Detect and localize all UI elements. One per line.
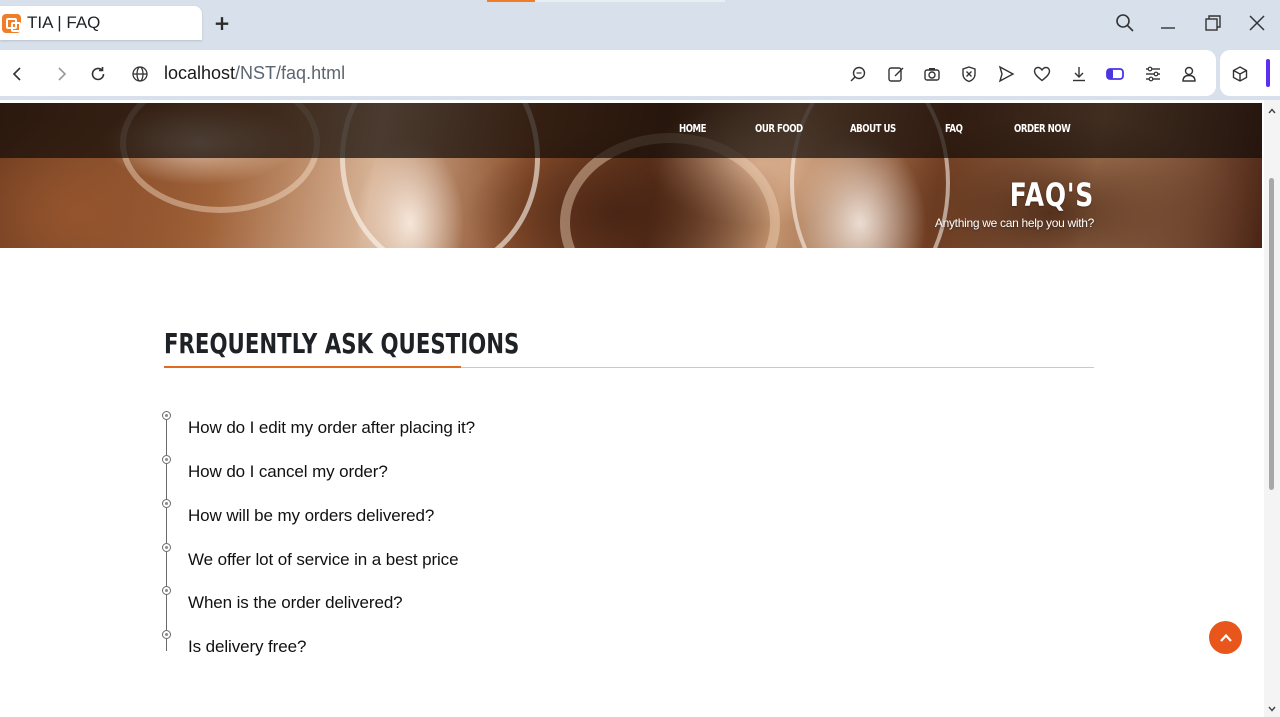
section-heading: FREQUENTLY ASK QUESTIONS (164, 327, 520, 360)
faq-question[interactable]: When is the order delivered? (188, 593, 403, 613)
timeline-dot-icon (162, 586, 171, 595)
page-scrollbar[interactable] (1264, 100, 1280, 717)
timeline-dot-icon (162, 411, 171, 420)
timeline-dot-icon (162, 499, 171, 508)
chevron-up-icon (1219, 633, 1232, 642)
site-info-button[interactable] (128, 62, 152, 86)
minimize-icon (1161, 27, 1175, 29)
page-title: FAQ'S (1009, 176, 1094, 214)
chevron-right-icon (58, 67, 67, 81)
scroll-to-top-button[interactable] (1209, 621, 1242, 654)
reload-icon (91, 67, 105, 81)
xampp-favicon-icon (2, 13, 21, 33)
faq-timeline-rail (166, 411, 167, 651)
tab-strip-highlight (535, 0, 725, 2)
hero-banner: HOME OUR FOOD ABOUT US FAQ ORDER NOW FAQ… (0, 103, 1262, 248)
extension-area (1220, 50, 1280, 96)
nav-faq[interactable]: FAQ (945, 122, 963, 135)
download-icon (1073, 67, 1085, 82)
scroll-thumb[interactable] (1269, 178, 1274, 490)
heading-accent-underline (164, 366, 461, 368)
settings-menu-button[interactable] (1141, 62, 1165, 86)
close-window-button[interactable] (1240, 8, 1274, 38)
send-icon (998, 65, 1015, 83)
timeline-dot-icon (162, 630, 171, 639)
caret-up-icon (1268, 108, 1276, 114)
timeline-dot-icon (162, 455, 171, 464)
tab-loading-indicator (487, 0, 535, 2)
chevron-left-icon (12, 67, 21, 81)
nav-home[interactable]: HOME (679, 122, 706, 135)
close-icon (1249, 15, 1265, 31)
faq-question[interactable]: How will be my orders delivered? (188, 506, 434, 526)
browser-tab[interactable]: TIA | FAQ (0, 6, 202, 40)
nav-about-us[interactable]: ABOUT US (850, 122, 896, 135)
screenshot-button[interactable] (920, 62, 944, 86)
shield-x-icon (962, 66, 976, 83)
browser-toolbar: localhost/NST/faq.html (0, 48, 1280, 100)
scroll-up-arrow[interactable] (1264, 103, 1280, 119)
faq-question[interactable]: How do I edit my order after placing it? (188, 418, 475, 438)
send-button[interactable] (994, 62, 1018, 86)
edit-icon (888, 67, 904, 82)
page-subtitle: Anything we can help you with? (934, 216, 1094, 230)
caret-down-icon (1268, 706, 1276, 712)
url-field[interactable]: localhost/NST/faq.html (164, 63, 345, 84)
url-host: localhost (164, 63, 236, 83)
copilot-bar[interactable] (1266, 59, 1270, 87)
cube-icon (1232, 66, 1248, 82)
timeline-dot-icon (162, 543, 171, 552)
edit-page-button[interactable] (884, 62, 908, 86)
tracker-block-button[interactable] (957, 62, 981, 86)
address-bar: localhost/NST/faq.html (0, 50, 1216, 96)
restore-button[interactable] (1196, 8, 1230, 38)
search-icon (1116, 14, 1134, 32)
reload-button[interactable] (86, 62, 110, 86)
search-tabs-button[interactable] (1108, 8, 1142, 38)
url-path: /NST/faq.html (235, 63, 346, 83)
user-icon (1182, 66, 1196, 82)
browser-titlebar: TIA | FAQ + (0, 0, 1280, 48)
forward-button[interactable] (50, 62, 74, 86)
heart-icon (1033, 66, 1051, 82)
scroll-down-arrow[interactable] (1264, 701, 1280, 717)
tab-title: TIA | FAQ (27, 13, 101, 32)
nav-order-now[interactable]: ORDER NOW (1014, 122, 1071, 135)
sidebar-toggle-button[interactable] (1103, 62, 1127, 86)
zoom-search-icon (850, 66, 866, 82)
back-button[interactable] (5, 62, 29, 86)
faq-question[interactable]: We offer lot of service in a best price (188, 550, 459, 570)
minimize-button[interactable] (1151, 8, 1185, 38)
profile-button[interactable] (1177, 62, 1201, 86)
navbar: HOME OUR FOOD ABOUT US FAQ ORDER NOW (0, 103, 1262, 158)
zoom-button[interactable] (846, 62, 870, 86)
faq-question[interactable]: Is delivery free? (188, 637, 306, 657)
sliders-icon (1146, 66, 1160, 82)
restore-icon (1205, 15, 1221, 31)
downloads-button[interactable] (1067, 62, 1091, 86)
nav-our-food[interactable]: OUR FOOD (755, 122, 803, 135)
sidebar-icon (1106, 68, 1124, 80)
page-viewport: HOME OUR FOOD ABOUT US FAQ ORDER NOW FAQ… (0, 100, 1280, 717)
favorites-button[interactable] (1030, 62, 1054, 86)
faq-question[interactable]: How do I cancel my order? (188, 462, 388, 482)
globe-icon (132, 66, 148, 82)
new-tab-button[interactable]: + (208, 11, 236, 35)
extensions-button[interactable] (1228, 62, 1252, 86)
camera-icon (924, 68, 940, 81)
